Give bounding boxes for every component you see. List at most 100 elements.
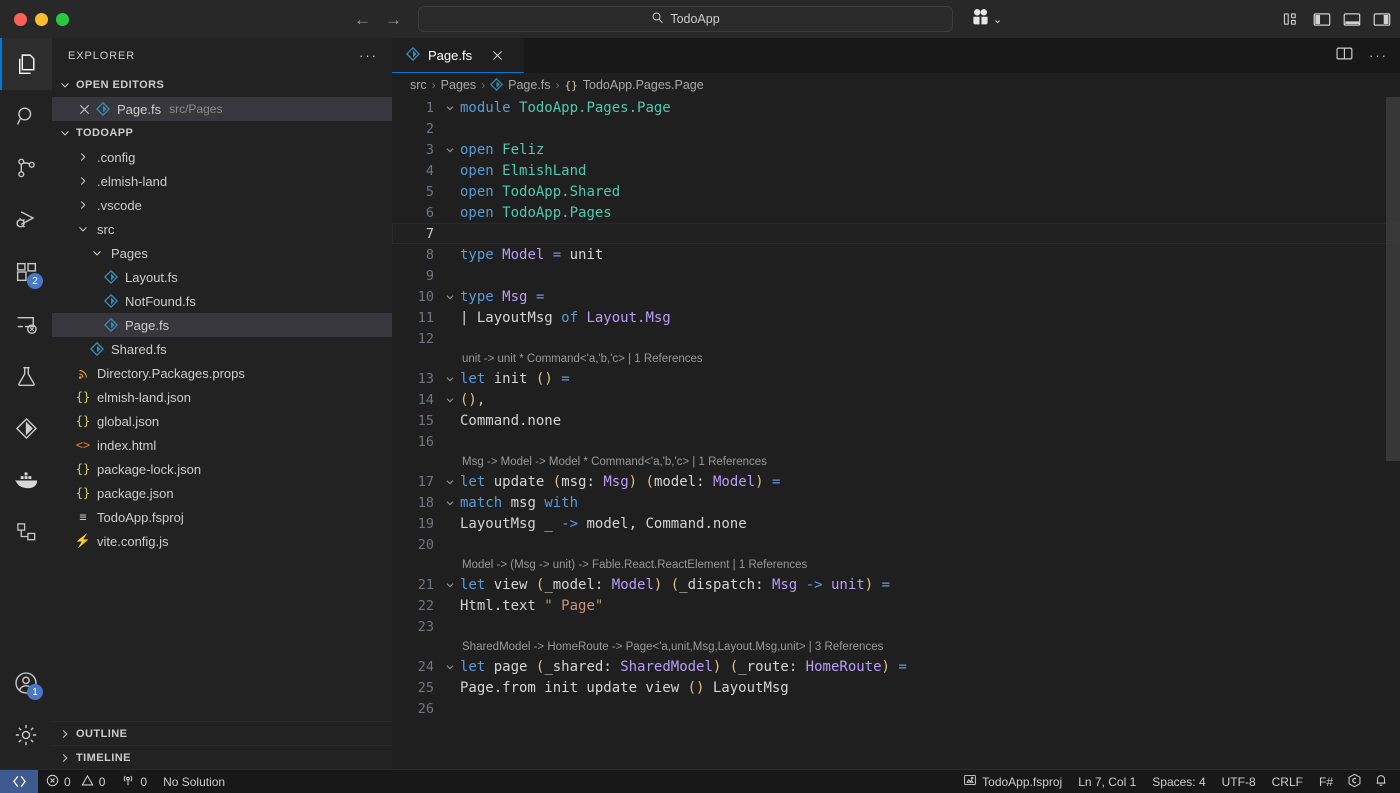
file-tree-row[interactable]: Page.fs: [52, 313, 392, 337]
go-back-icon[interactable]: ←: [354, 11, 371, 28]
activitybar-item-accounts[interactable]: 1: [0, 657, 52, 709]
fold-chevron-down-icon[interactable]: [440, 476, 460, 488]
code-line[interactable]: 11 | LayoutMsg of Layout.Msg: [392, 307, 1400, 328]
status-project[interactable]: TodoApp.fsproj: [955, 770, 1070, 793]
file-tree-row[interactable]: NotFound.fs: [52, 289, 392, 313]
codelens[interactable]: unit -> unit * Command<'a,'b,'c> | 1 Ref…: [392, 349, 1400, 368]
close-tab-icon[interactable]: [492, 48, 503, 64]
code-line[interactable]: 14 (),: [392, 389, 1400, 410]
status-language-mode[interactable]: F#: [1311, 770, 1341, 793]
code-line[interactable]: 10 type Msg =: [392, 286, 1400, 307]
file-tree-row[interactable]: <> index.html: [52, 433, 392, 457]
close-window-button[interactable]: [14, 12, 27, 26]
code-line[interactable]: 1 module TodoApp.Pages.Page: [392, 97, 1400, 118]
accounts-menu[interactable]: ⌄: [971, 8, 1002, 30]
codelens[interactable]: Msg -> Model -> Model * Command<'a,'b,'c…: [392, 452, 1400, 471]
file-tree-row[interactable]: {} package.json: [52, 481, 392, 505]
fold-chevron-down-icon[interactable]: [440, 291, 460, 303]
activitybar-item-run-and-debug[interactable]: [0, 194, 52, 246]
code-line[interactable]: 22 Html.text " Page": [392, 595, 1400, 616]
file-tree-row[interactable]: {} global.json: [52, 409, 392, 433]
editor-vertical-scrollbar[interactable]: [1386, 97, 1400, 769]
code-line[interactable]: 13 let init () =: [392, 368, 1400, 389]
code-line[interactable]: 26: [392, 698, 1400, 719]
file-tree-row[interactable]: ⚡ vite.config.js: [52, 529, 392, 553]
toggle-primary-sidebar-button[interactable]: [1313, 12, 1331, 27]
file-tree-row[interactable]: Shared.fs: [52, 337, 392, 361]
fold-chevron-down-icon[interactable]: [440, 497, 460, 509]
code-line[interactable]: 3 open Feliz: [392, 139, 1400, 160]
customize-layout-button[interactable]: [1283, 12, 1300, 27]
code-line[interactable]: 25 Page.from init update view () LayoutMs…: [392, 677, 1400, 698]
code-line[interactable]: 23: [392, 616, 1400, 637]
code-line[interactable]: 9: [392, 265, 1400, 286]
code-line[interactable]: 8 type Model = unit: [392, 244, 1400, 265]
scrollbar-thumb[interactable]: [1386, 97, 1400, 461]
fold-chevron-down-icon[interactable]: [440, 394, 460, 406]
section-workspace[interactable]: TODOAPP: [52, 121, 392, 145]
file-tree-row[interactable]: .elmish-land: [52, 169, 392, 193]
code-line[interactable]: 18 match msg with: [392, 492, 1400, 513]
file-tree-row[interactable]: {} package-lock.json: [52, 457, 392, 481]
status-ports[interactable]: 0: [113, 770, 155, 793]
breadcrumb-item-symbol[interactable]: {} TodoApp.Pages.Page: [565, 78, 704, 92]
activitybar-item-fsharp[interactable]: [0, 402, 52, 454]
fold-chevron-down-icon[interactable]: [440, 144, 460, 156]
toggle-panel-button[interactable]: [1343, 12, 1361, 27]
open-editor-item[interactable]: Page.fs src/Pages: [52, 97, 392, 121]
fold-chevron-down-icon[interactable]: [440, 373, 460, 385]
minimize-window-button[interactable]: [35, 12, 48, 26]
file-tree-row[interactable]: .config: [52, 145, 392, 169]
code-line[interactable]: 7: [392, 223, 1400, 244]
close-editor-icon[interactable]: [74, 104, 94, 115]
activitybar-item-explorer[interactable]: [0, 38, 52, 90]
go-forward-icon[interactable]: →: [385, 11, 402, 28]
status-indentation[interactable]: Spaces: 4: [1144, 770, 1213, 793]
file-tree-row[interactable]: Pages: [52, 241, 392, 265]
code-line[interactable]: 19 LayoutMsg _ -> model, Command.none: [392, 513, 1400, 534]
activitybar-item-search[interactable]: [0, 90, 52, 142]
codelens[interactable]: Model -> (Msg -> unit) -> Fable.React.Re…: [392, 555, 1400, 574]
maximize-window-button[interactable]: [56, 12, 69, 26]
code-line[interactable]: 4 open ElmishLand: [392, 160, 1400, 181]
tab-page-fs[interactable]: Page.fs: [392, 38, 524, 73]
code-line[interactable]: 17 let update (msg: Msg) (model: Model) =: [392, 471, 1400, 492]
activitybar-item-dev-containers[interactable]: [0, 506, 52, 558]
code-line[interactable]: 2: [392, 118, 1400, 139]
code-line[interactable]: 20: [392, 534, 1400, 555]
code-line[interactable]: 15 Command.none: [392, 410, 1400, 431]
activitybar-item-testing[interactable]: [0, 350, 52, 402]
file-tree-row[interactable]: Directory.Packages.props: [52, 361, 392, 385]
file-tree-row[interactable]: {} elmish-land.json: [52, 385, 392, 409]
breadcrumb-item-page-fs[interactable]: Page.fs: [490, 77, 551, 92]
code-line[interactable]: 21 let view (_model: Model) (_dispatch: M…: [392, 574, 1400, 595]
codelens[interactable]: SharedModel -> HomeRoute -> Page<'a,unit…: [392, 637, 1400, 656]
activitybar-item-source-control[interactable]: [0, 142, 52, 194]
code-line[interactable]: 5 open TodoApp.Shared: [392, 181, 1400, 202]
activitybar-item-remote-explorer[interactable]: [0, 298, 52, 350]
code-line[interactable]: 12: [392, 328, 1400, 349]
toggle-secondary-sidebar-button[interactable]: [1373, 12, 1391, 27]
activitybar-item-settings[interactable]: [0, 709, 52, 761]
status-solution[interactable]: No Solution: [155, 770, 233, 793]
fold-chevron-down-icon[interactable]: [440, 579, 460, 591]
activitybar-item-extensions[interactable]: 2: [0, 246, 52, 298]
status-eol[interactable]: CRLF: [1264, 770, 1311, 793]
command-center[interactable]: TodoApp: [418, 6, 953, 32]
code-line[interactable]: 6 open TodoApp.Pages: [392, 202, 1400, 223]
fold-chevron-down-icon[interactable]: [440, 102, 460, 114]
status-notifications[interactable]: [1368, 770, 1400, 793]
status-encoding[interactable]: UTF-8: [1214, 770, 1264, 793]
file-tree-row[interactable]: Layout.fs: [52, 265, 392, 289]
sidebar-more-actions-button[interactable]: ···: [359, 48, 378, 63]
code-editor[interactable]: 1 module TodoApp.Pages.Page 2 3 open Feliz 4 o…: [392, 97, 1400, 769]
file-tree-row[interactable]: src: [52, 217, 392, 241]
section-open-editors[interactable]: OPEN EDITORS: [52, 73, 392, 97]
section-timeline[interactable]: TIMELINE: [52, 745, 392, 769]
status-problems[interactable]: 0 0: [38, 770, 113, 793]
activitybar-item-docker[interactable]: [0, 454, 52, 506]
status-cursor-position[interactable]: Ln 7, Col 1: [1070, 770, 1144, 793]
breadcrumb-item-pages[interactable]: Pages: [441, 78, 476, 92]
file-tree-row[interactable]: .vscode: [52, 193, 392, 217]
breadcrumb-item-src[interactable]: src: [410, 78, 427, 92]
